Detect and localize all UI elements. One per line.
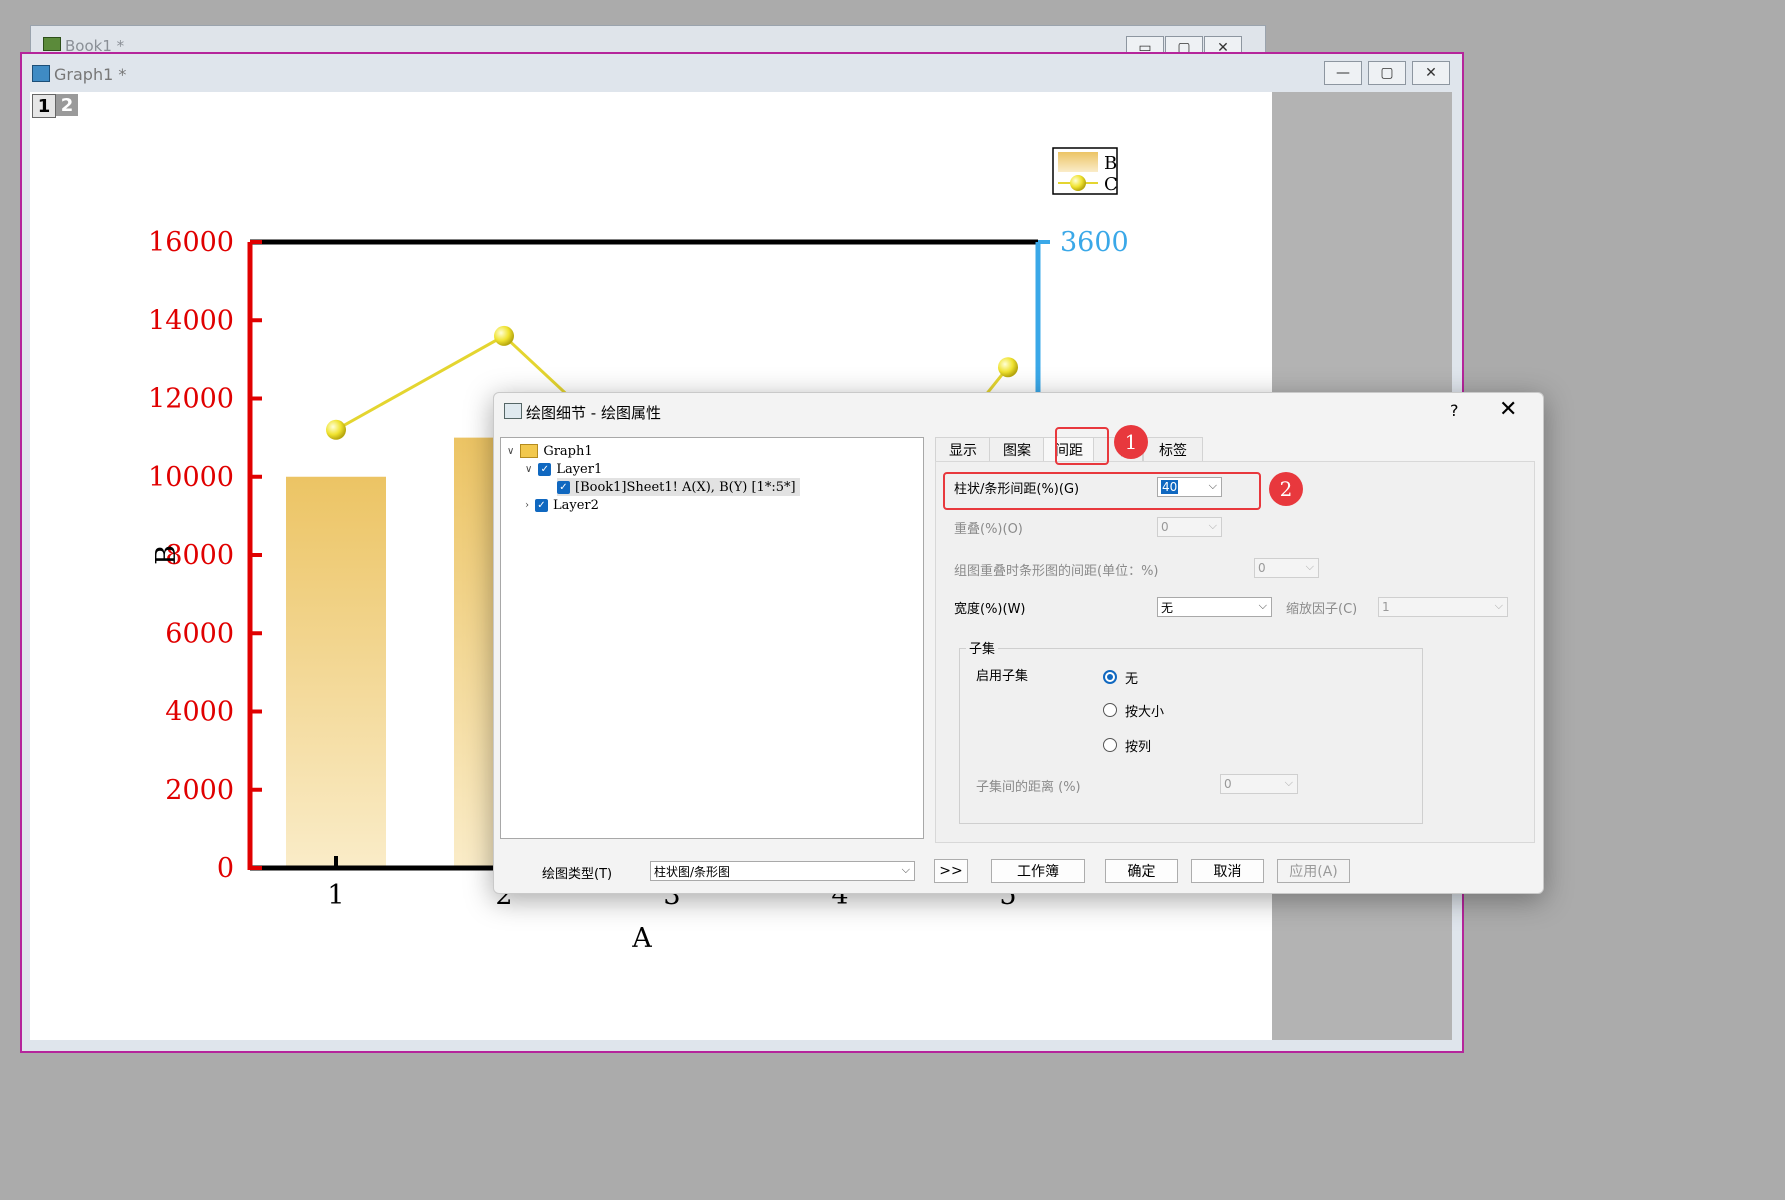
- group-gap-label: 组图重叠时条形图的间距(单位：%): [954, 564, 1159, 579]
- chevron-down-icon[interactable]: ⌵: [1259, 599, 1267, 613]
- x-tick-label: 1: [327, 880, 344, 911]
- workbook-button[interactable]: 工作簿: [991, 859, 1085, 883]
- scale-value: 1: [1382, 600, 1390, 614]
- radio-by-column-label: 按列: [1125, 740, 1152, 755]
- subset-gap-label: 子集间的距离 (%): [976, 780, 1081, 795]
- bar-1: [286, 476, 386, 868]
- legend-label-b: B: [1104, 153, 1117, 174]
- cancel-button[interactable]: 取消: [1191, 859, 1264, 883]
- left-tick-label: 16000: [148, 227, 234, 258]
- tree-label-layer1: Layer1: [556, 461, 603, 477]
- expand-button[interactable]: >>: [934, 859, 968, 883]
- right-tick-label: 3600: [1060, 227, 1129, 258]
- dialog-title: 绘图细节 - 绘图属性: [526, 404, 661, 422]
- annotation-badge-1: 1: [1114, 425, 1148, 459]
- series-c-marker-5: [998, 357, 1018, 378]
- tree-label-plot: [Book1]Sheet1! A(X), B(Y) [1*:5*]: [575, 479, 796, 495]
- tree-item-layer1[interactable]: ∨ ✓ Layer1: [525, 460, 602, 478]
- tab-display[interactable]: 显示: [935, 437, 991, 462]
- left-tick-label: 0: [217, 853, 234, 884]
- group-gap-value: 0: [1258, 561, 1266, 575]
- radio-none[interactable]: [1103, 670, 1117, 684]
- graph1-minimize-button[interactable]: —: [1324, 61, 1362, 85]
- enable-subset-label: 启用子集: [976, 669, 1029, 684]
- tree-item-plot[interactable]: ✓ [Book1]Sheet1! A(X), B(Y) [1*:5*]: [557, 478, 800, 496]
- overlap-combo[interactable]: 0 ⌵: [1157, 517, 1222, 537]
- folder-icon: [520, 444, 539, 458]
- chevron-down-icon[interactable]: ⌵: [1495, 599, 1503, 613]
- chevron-down-icon[interactable]: ∨: [525, 464, 532, 475]
- chevron-down-icon[interactable]: ⌵: [902, 863, 910, 877]
- left-tick-label: 14000: [148, 305, 234, 336]
- legend-swatch-c-marker: [1070, 175, 1086, 191]
- subset-gap-value: 0: [1224, 777, 1232, 791]
- graph1-maximize-button[interactable]: ▢: [1368, 61, 1406, 85]
- legend[interactable]: BC: [1052, 147, 1118, 195]
- overlap-value: 0: [1161, 520, 1169, 534]
- legend-swatch-b: [1058, 152, 1098, 172]
- ok-button[interactable]: 确定: [1105, 859, 1178, 883]
- width-combo[interactable]: 无 ⌵: [1157, 597, 1272, 617]
- tree-label-graph1: Graph1: [543, 443, 593, 459]
- series-c-marker-1: [326, 419, 346, 440]
- tree-label-layer2: Layer2: [553, 497, 599, 513]
- radio-by-column[interactable]: [1103, 738, 1117, 752]
- chevron-down-icon[interactable]: ⌵: [1306, 560, 1314, 574]
- radio-none-label: 无: [1125, 672, 1139, 687]
- apply-button[interactable]: 应用(A): [1277, 859, 1350, 883]
- subset-groupbox: [959, 648, 1423, 824]
- group-gap-combo[interactable]: 0 ⌵: [1254, 558, 1319, 578]
- plot-type-value: 柱状图/条形图: [654, 864, 731, 879]
- left-tick-label: 10000: [148, 462, 234, 493]
- checkbox-plot[interactable]: ✓: [557, 480, 570, 494]
- help-button[interactable]: ?: [1450, 401, 1459, 420]
- legend-label-c: C: [1104, 174, 1118, 195]
- plot-details-dialog[interactable]: 绘图细节 - 绘图属性 ? ✕ ∨ Graph1 ∨ ✓ Layer1 ✓ [B…: [493, 392, 1544, 894]
- graph1-titlebar[interactable]: Graph1 * — ▢ ✕: [22, 54, 1462, 90]
- highlight-gap-field: [943, 472, 1261, 510]
- subset-gap-combo[interactable]: 0 ⌵: [1220, 774, 1298, 794]
- workbook-icon: [43, 37, 61, 51]
- spacing-panel: 柱状/条形间距(%)(G) 40 ⌵ 重叠(%)(O) 0 ⌵ 组图重叠时条形图…: [935, 461, 1535, 843]
- plot-tree[interactable]: ∨ Graph1 ∨ ✓ Layer1 ✓ [Book1]Sheet1! A(X…: [500, 437, 924, 839]
- tab-pattern[interactable]: 图案: [989, 437, 1045, 462]
- radio-by-size[interactable]: [1103, 703, 1117, 717]
- dialog-icon: [504, 403, 522, 419]
- overlap-label: 重叠(%)(O): [954, 522, 1023, 537]
- scale-combo[interactable]: 1 ⌵: [1378, 597, 1508, 617]
- tree-item-layer2[interactable]: › ✓ Layer2: [525, 496, 599, 514]
- width-label: 宽度(%)(W): [954, 602, 1026, 617]
- radio-by-size-label: 按大小: [1125, 705, 1165, 720]
- chevron-right-icon[interactable]: ›: [525, 500, 529, 511]
- tab-label[interactable]: 标签: [1143, 437, 1203, 462]
- series-c-marker-2: [494, 325, 514, 346]
- chevron-down-icon[interactable]: ∨: [507, 446, 514, 457]
- tree-item-graph1[interactable]: ∨ Graph1: [507, 442, 593, 460]
- y-axis-label: B: [151, 545, 182, 565]
- graph1-close-button[interactable]: ✕: [1412, 61, 1450, 85]
- width-value: 无: [1161, 600, 1174, 615]
- scale-label: 缩放因子(C): [1286, 602, 1358, 617]
- highlight-spacing-tab: [1055, 427, 1109, 465]
- left-tick-label: 2000: [165, 775, 234, 806]
- chevron-down-icon[interactable]: ⌵: [1209, 519, 1217, 533]
- checkbox-layer2[interactable]: ✓: [535, 498, 548, 512]
- x-axis-label: A: [631, 923, 652, 954]
- checkbox-layer1[interactable]: ✓: [538, 462, 552, 476]
- graph1-title: Graph1 *: [54, 65, 127, 84]
- left-tick-label: 4000: [165, 697, 234, 728]
- chevron-down-icon[interactable]: ⌵: [1285, 776, 1293, 790]
- graph-icon: [32, 65, 50, 82]
- left-tick-label: 12000: [148, 384, 234, 415]
- subset-group-title: 子集: [966, 638, 999, 657]
- plot-type-combo[interactable]: 柱状图/条形图 ⌵: [650, 861, 915, 881]
- annotation-badge-2: 2: [1269, 472, 1303, 506]
- plot-type-label: 绘图类型(T): [542, 867, 613, 882]
- close-icon[interactable]: ✕: [1499, 397, 1517, 422]
- left-tick-label: 6000: [165, 618, 234, 649]
